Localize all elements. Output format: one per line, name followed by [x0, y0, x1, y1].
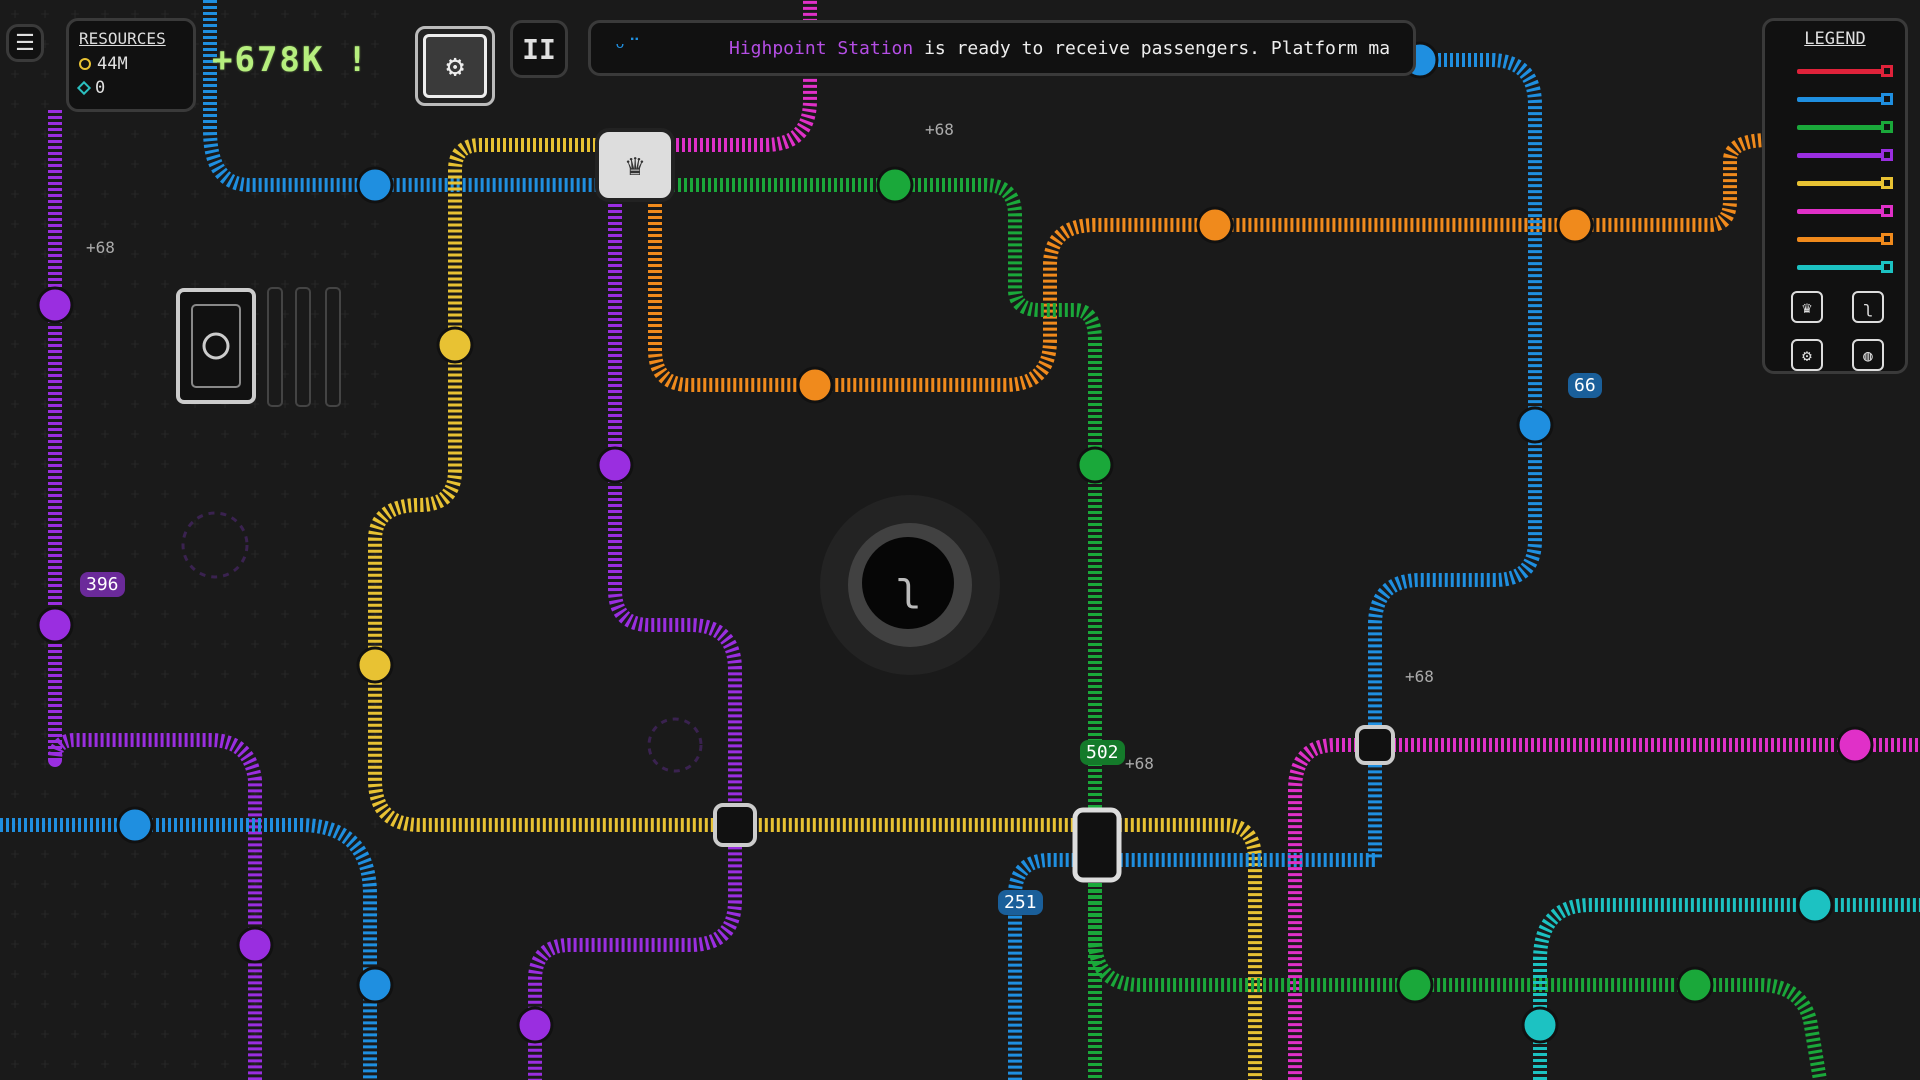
- ticker-text: is ready to receive passengers. Platform…: [913, 37, 1391, 59]
- legend-line-1[interactable]: [1777, 85, 1893, 113]
- legend-line-color: [1797, 68, 1883, 74]
- legend-line-marker: [1881, 65, 1893, 77]
- passenger-count: 396: [80, 572, 125, 597]
- gold-amount: 44M: [97, 54, 128, 74]
- station: [1516, 406, 1554, 444]
- legend-line-color: [1797, 236, 1883, 242]
- station: [876, 166, 914, 204]
- legend-line-marker: [1881, 205, 1893, 217]
- legend-line-5[interactable]: [1777, 197, 1893, 225]
- station: [596, 446, 634, 484]
- globe-icon[interactable]: ◍: [1852, 339, 1884, 371]
- news-ticker: ᵕ̈ Highpoint Station is ready to receive…: [588, 20, 1416, 76]
- hamburger-icon: ☰: [15, 30, 35, 56]
- income-popup: +678K !: [212, 40, 370, 80]
- platform-station: [1072, 807, 1122, 883]
- gem-icon: [76, 80, 92, 96]
- svg-text:ʅ: ʅ: [896, 564, 920, 610]
- gem-amount: 0: [95, 78, 106, 98]
- station: [356, 166, 394, 204]
- ticker-message: Highpoint Station is ready to receive pa…: [729, 38, 1390, 59]
- legend-line-6[interactable]: [1777, 225, 1893, 253]
- legend-line-color: [1797, 264, 1883, 270]
- platform-station: [1355, 725, 1395, 765]
- station: [36, 286, 74, 324]
- pause-label: II: [522, 32, 556, 66]
- coin-icon: [79, 58, 91, 70]
- svg-text:♛: ♛: [626, 148, 644, 183]
- pause-button[interactable]: II: [510, 20, 568, 78]
- station: [356, 966, 394, 1004]
- crown-icon[interactable]: ♛: [1791, 291, 1823, 323]
- gain-label: +68: [1405, 667, 1434, 686]
- legend-panel: LEGEND ♛ ʅ ⚙ ◍: [1762, 18, 1908, 374]
- station: [796, 366, 834, 404]
- legend-line-marker: [1881, 93, 1893, 105]
- legend-line-color: [1797, 208, 1883, 214]
- legend-line-2[interactable]: [1777, 113, 1893, 141]
- legend-line-marker: [1881, 177, 1893, 189]
- legend-line-7[interactable]: [1777, 253, 1893, 281]
- gain-label: +68: [925, 120, 954, 139]
- station: [36, 606, 74, 644]
- station: [1796, 886, 1834, 924]
- passenger-count: 502: [1080, 740, 1125, 765]
- station: [116, 806, 154, 844]
- legend-line-color: [1797, 124, 1883, 130]
- gain-label: +68: [1125, 754, 1154, 773]
- platform-station: [713, 803, 757, 847]
- station: [1521, 1006, 1559, 1044]
- gear-icon: ⚙: [445, 48, 465, 84]
- legend-line-0[interactable]: [1777, 57, 1893, 85]
- station: [436, 326, 474, 364]
- legend-line-color: [1797, 152, 1883, 158]
- legend-line-marker: [1881, 149, 1893, 161]
- swirl-icon[interactable]: ʅ: [1852, 291, 1884, 323]
- transit-map[interactable]: +: [0, 0, 1920, 1080]
- legend-line-marker: [1881, 121, 1893, 133]
- passenger-count: 66: [1568, 373, 1602, 398]
- gain-label: +68: [86, 238, 115, 257]
- legend-line-marker: [1881, 233, 1893, 245]
- station: [1556, 206, 1594, 244]
- black-hole: ʅ: [820, 495, 1000, 675]
- legend-line-color: [1797, 96, 1883, 102]
- station: [236, 926, 274, 964]
- station: [1076, 446, 1114, 484]
- settings-button[interactable]: ⚙: [415, 26, 495, 106]
- station: [1196, 206, 1234, 244]
- passenger-count: 251: [998, 890, 1043, 915]
- legend-line-color: [1797, 180, 1883, 186]
- resources-panel: RESOURCES 44M 0: [66, 18, 196, 112]
- station: [1396, 966, 1434, 1004]
- station: [1836, 726, 1874, 764]
- legend-line-marker: [1881, 261, 1893, 273]
- legend-title: LEGEND: [1804, 29, 1866, 49]
- station: [1676, 966, 1714, 1004]
- resources-title: RESOURCES: [79, 29, 166, 48]
- legend-line-4[interactable]: [1777, 169, 1893, 197]
- gear-icon[interactable]: ⚙: [1791, 339, 1823, 371]
- ticker-station-name: Highpoint Station: [729, 37, 914, 59]
- station: [516, 1006, 554, 1044]
- menu-button[interactable]: ☰: [6, 24, 44, 62]
- station: [356, 646, 394, 684]
- legend-line-3[interactable]: [1777, 141, 1893, 169]
- smiley-icon: ᵕ̈: [612, 34, 628, 62]
